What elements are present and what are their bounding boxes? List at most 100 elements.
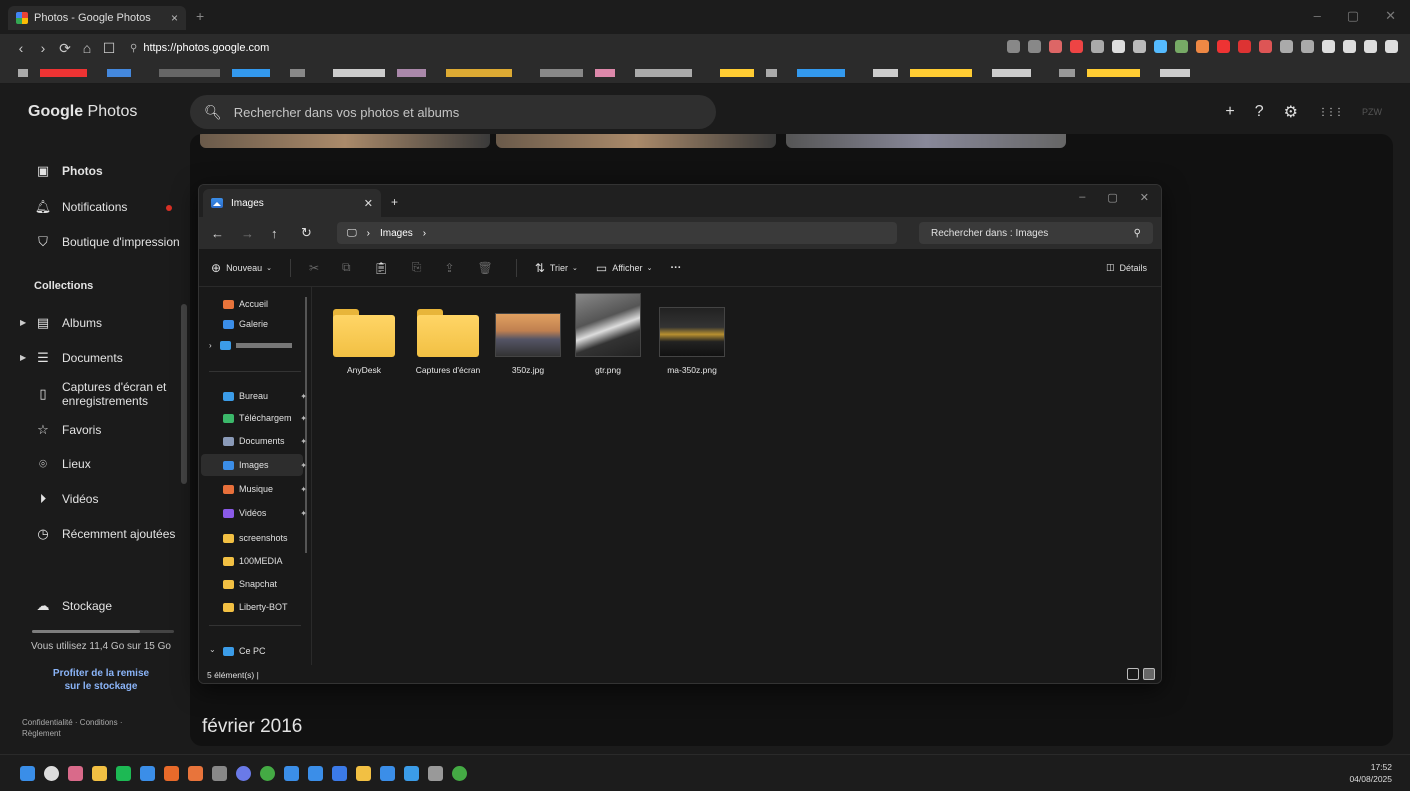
nav-item[interactable]: Bureau ✦ xyxy=(223,391,307,401)
explorer-tab[interactable]: Images ✕ xyxy=(203,189,381,217)
photo-thumbnail[interactable] xyxy=(786,134,1066,148)
taskbar-terminal-icon[interactable] xyxy=(212,766,227,781)
bookmark-item[interactable] xyxy=(992,69,1031,77)
explorer-search-input[interactable]: Rechercher dans : Images ⚲ xyxy=(919,222,1153,244)
close-tab-icon[interactable]: × xyxy=(171,11,178,25)
chevron-right-icon[interactable]: › xyxy=(423,228,426,239)
new-button[interactable]: ⊕ Nouveau ⌄ xyxy=(211,261,272,275)
browser-extension-icon[interactable] xyxy=(1280,40,1293,53)
taskbar-start-icon[interactable] xyxy=(20,766,35,781)
bookmark-item[interactable] xyxy=(107,69,131,77)
delete-button[interactable]: 🗑︎ xyxy=(478,261,498,275)
image-file-item[interactable]: 350z.jpg xyxy=(491,293,565,375)
browser-extension-icon[interactable] xyxy=(1070,40,1083,53)
google-photos-logo[interactable]: Google Photos xyxy=(28,103,137,121)
browser-extension-icon[interactable] xyxy=(1259,40,1272,53)
create-icon[interactable]: + xyxy=(1225,103,1234,121)
up-button[interactable]: ↑ xyxy=(271,226,301,241)
folder-item[interactable]: AnyDesk xyxy=(327,293,401,375)
explorer-new-tab-button[interactable]: + xyxy=(391,195,398,209)
copy-button[interactable]: ⧉ xyxy=(342,260,356,275)
settings-icon[interactable]: ⚙ xyxy=(1284,102,1298,122)
bookmark-item[interactable] xyxy=(397,69,426,77)
taskbar-vscode-icon[interactable] xyxy=(380,766,395,781)
bookmark-item[interactable] xyxy=(18,69,28,77)
share-button[interactable]: ⇪ xyxy=(444,261,459,275)
chevron-down-icon[interactable]: ⌄ xyxy=(209,645,216,654)
browser-extension-icon[interactable] xyxy=(1049,40,1062,53)
bookmark-item[interactable] xyxy=(1059,69,1075,77)
sidebar-scrollbar[interactable] xyxy=(181,304,187,484)
bookmark-item[interactable] xyxy=(797,69,845,77)
browser-extension-icon[interactable] xyxy=(1364,40,1377,53)
nav-item-onedrive[interactable]: › xyxy=(209,341,293,350)
address-bar[interactable]: ⚲ https://photos.google.com xyxy=(130,42,269,54)
system-clock[interactable]: 17:52 04/08/2025 xyxy=(1349,761,1392,785)
taskbar-search-icon[interactable] xyxy=(44,766,59,781)
browser-extension-icon[interactable] xyxy=(1007,40,1020,53)
help-icon[interactable]: ? xyxy=(1255,103,1264,121)
taskbar-app-icon[interactable] xyxy=(308,766,323,781)
bookmark-icon[interactable]: ☐ xyxy=(98,40,120,57)
nav-item[interactable]: Documents ✦ xyxy=(223,436,307,446)
maximize-button[interactable]: ▢ xyxy=(1107,191,1117,204)
bookmark-item[interactable] xyxy=(720,69,754,77)
bookmark-item[interactable] xyxy=(290,69,305,77)
sidebar-item-storage[interactable]: ☁ Stockage xyxy=(34,598,113,614)
browser-extension-icon[interactable] xyxy=(1112,40,1125,53)
taskbar-hs-app-icon[interactable] xyxy=(452,766,467,781)
nav-item[interactable]: Vidéos ✦ xyxy=(223,508,307,518)
bookmark-item[interactable] xyxy=(40,69,87,77)
nav-item[interactable]: Ce PC xyxy=(223,646,307,656)
bookmark-item[interactable] xyxy=(159,69,220,77)
maximize-button[interactable]: ▢ xyxy=(1347,8,1359,24)
breadcrumb[interactable]: 🖵︎ › Images › xyxy=(337,222,897,244)
bookmark-item[interactable] xyxy=(1087,69,1140,77)
nav-item[interactable]: Accueil xyxy=(223,299,307,309)
bookmark-item[interactable] xyxy=(540,69,583,77)
nav-item[interactable]: Musique ✦ xyxy=(223,484,307,494)
folder-item[interactable]: Captures d'écran xyxy=(411,293,485,375)
taskbar-firefox-icon[interactable] xyxy=(164,766,179,781)
cut-button[interactable]: ✂ xyxy=(309,261,324,275)
browser-extension-icon[interactable] xyxy=(1091,40,1104,53)
taskbar-steam-icon[interactable] xyxy=(284,766,299,781)
browser-extension-icon[interactable] xyxy=(1343,40,1356,53)
home-button[interactable]: ⌂ xyxy=(76,40,98,56)
browser-extension-icon[interactable] xyxy=(1217,40,1230,53)
apps-grid-icon[interactable]: ⋮⋮⋮ xyxy=(1318,107,1344,118)
breadcrumb-item[interactable]: Images xyxy=(380,228,413,239)
taskbar-photos-icon[interactable] xyxy=(404,766,419,781)
sort-button[interactable]: ⇅ Trier ⌄ xyxy=(535,261,578,275)
nav-item[interactable]: Snapchat xyxy=(223,579,307,589)
taskbar-discord-icon[interactable] xyxy=(236,766,251,781)
taskbar-copilot-icon[interactable] xyxy=(68,766,83,781)
browser-tab[interactable]: Photos - Google Photos × xyxy=(8,6,186,30)
storage-promo-link[interactable]: Profiter de la remise sur le stockage xyxy=(30,667,172,693)
account-avatar[interactable]: PZW xyxy=(1362,107,1382,117)
expand-albums-icon[interactable]: ▶ xyxy=(20,318,26,327)
sidebar-item-photos[interactable]: ▣ Photos xyxy=(34,163,103,179)
minimize-button[interactable]: – xyxy=(1079,191,1085,204)
bookmark-item[interactable] xyxy=(873,69,898,77)
bookmark-item[interactable] xyxy=(635,69,692,77)
browser-extension-icon[interactable] xyxy=(1196,40,1209,53)
back-button[interactable]: ‹ xyxy=(10,40,32,56)
close-window-button[interactable]: ✕ xyxy=(1385,8,1396,24)
back-button[interactable]: ← xyxy=(211,226,241,241)
taskbar-bitwarden-icon[interactable] xyxy=(332,766,347,781)
taskbar-file-explorer-icon[interactable] xyxy=(92,766,107,781)
browser-extension-icon[interactable] xyxy=(1238,40,1251,53)
sidebar-item-recently-added[interactable]: ◷ Récemment ajoutées xyxy=(34,526,175,542)
nav-item[interactable]: Images ✦ xyxy=(223,460,307,470)
expand-documents-icon[interactable]: ▶ xyxy=(20,353,26,362)
browser-extension-icon[interactable] xyxy=(1028,40,1041,53)
taskbar-sticky-notes-icon[interactable] xyxy=(356,766,371,781)
taskbar-spotify-icon[interactable] xyxy=(116,766,131,781)
browser-extension-icon[interactable] xyxy=(1133,40,1146,53)
bookmark-item[interactable] xyxy=(232,69,270,77)
sidebar-item-videos[interactable]: ⏵ Vidéos xyxy=(34,491,99,507)
image-file-item[interactable]: gtr.png xyxy=(571,293,645,375)
nav-item[interactable]: Téléchargem ✦ xyxy=(223,413,307,423)
sidebar-item-albums[interactable]: ▤ Albums xyxy=(34,315,102,331)
